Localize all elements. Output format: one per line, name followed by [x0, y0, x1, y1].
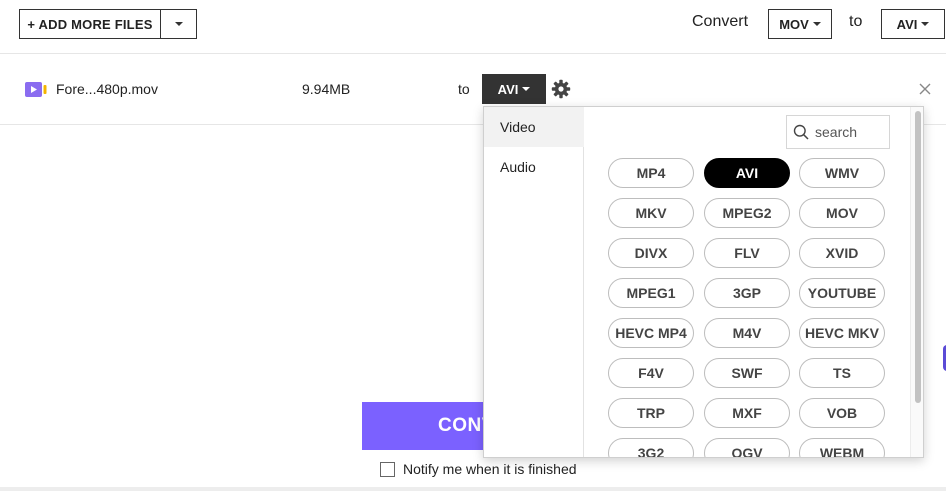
- format-option-flv[interactable]: FLV: [704, 238, 790, 268]
- category-video[interactable]: Video: [484, 107, 584, 147]
- format-option-3g2[interactable]: 3G2: [608, 438, 694, 457]
- chevron-down-icon: [522, 87, 531, 91]
- chevron-down-icon: [921, 22, 930, 26]
- source-format-value: MOV: [779, 16, 809, 32]
- format-option-mpeg1[interactable]: MPEG1: [608, 278, 694, 308]
- format-option-hevc-mkv[interactable]: HEVC MKV: [799, 318, 885, 348]
- format-option-hevc-mp4[interactable]: HEVC MP4: [608, 318, 694, 348]
- format-option-mov[interactable]: MOV: [799, 198, 885, 228]
- format-option-youtube[interactable]: YOUTUBE: [799, 278, 885, 308]
- format-option-f4v[interactable]: F4V: [608, 358, 694, 388]
- format-option-xvid[interactable]: XVID: [799, 238, 885, 268]
- format-option-mpeg2[interactable]: MPEG2: [704, 198, 790, 228]
- source-format-select[interactable]: MOV: [768, 9, 832, 39]
- format-category-list: Video Audio: [484, 107, 584, 457]
- format-option-mp4[interactable]: MP4: [608, 158, 694, 188]
- search-icon: [793, 124, 809, 140]
- file-to-label: to: [458, 81, 470, 97]
- top-toolbar: + ADD MORE FILES Convert MOV to AVI: [0, 0, 946, 54]
- notify-checkbox[interactable]: [380, 461, 395, 477]
- format-option-vob[interactable]: VOB: [799, 398, 885, 428]
- format-option-3gp[interactable]: 3GP: [704, 278, 790, 308]
- video-file-icon: [25, 82, 47, 97]
- format-option-ts[interactable]: TS: [799, 358, 885, 388]
- notify-option[interactable]: Notify me when it is finished: [380, 461, 577, 477]
- format-dropdown: Video Audio MP4 AVI WMV MKV MPEG2 MOV DIVX FLV X…: [483, 106, 924, 458]
- format-option-avi[interactable]: AVI: [704, 158, 790, 188]
- format-option-ogv[interactable]: OGV: [704, 438, 790, 457]
- file-name: Fore...480p.mov: [56, 81, 158, 97]
- to-label: to: [849, 13, 863, 30]
- format-option-divx[interactable]: DIVX: [608, 238, 694, 268]
- file-size: 9.94MB: [302, 81, 351, 97]
- chevron-down-icon: [174, 22, 183, 26]
- format-option-wmv[interactable]: WMV: [799, 158, 885, 188]
- add-more-files-button[interactable]: + ADD MORE FILES: [19, 9, 161, 39]
- format-scrollbar[interactable]: [910, 107, 923, 457]
- format-search-input[interactable]: [815, 124, 885, 140]
- format-option-mkv[interactable]: MKV: [608, 198, 694, 228]
- chevron-down-icon: [812, 22, 821, 26]
- format-search[interactable]: [786, 115, 890, 149]
- notify-label: Notify me when it is finished: [403, 461, 577, 477]
- converter-page: + ADD MORE FILES Convert MOV to AVI Fore…: [0, 0, 946, 491]
- format-option-swf[interactable]: SWF: [704, 358, 790, 388]
- format-option-m4v[interactable]: M4V: [704, 318, 790, 348]
- target-format-select[interactable]: AVI: [881, 9, 945, 39]
- scrollbar-thumb[interactable]: [915, 111, 921, 403]
- file-format-value: AVI: [497, 81, 519, 97]
- page-footer-divider: [0, 487, 946, 491]
- format-option-webm[interactable]: WEBM: [799, 438, 885, 457]
- gear-icon[interactable]: [551, 79, 571, 99]
- file-format-select[interactable]: AVI: [482, 74, 546, 104]
- format-option-mxf[interactable]: MXF: [704, 398, 790, 428]
- close-icon[interactable]: [918, 82, 932, 96]
- format-option-trp[interactable]: TRP: [608, 398, 694, 428]
- category-audio[interactable]: Audio: [484, 147, 584, 187]
- convert-label: Convert: [692, 13, 749, 30]
- target-format-value: AVI: [896, 16, 918, 32]
- add-files-dropdown-button[interactable]: [160, 9, 197, 39]
